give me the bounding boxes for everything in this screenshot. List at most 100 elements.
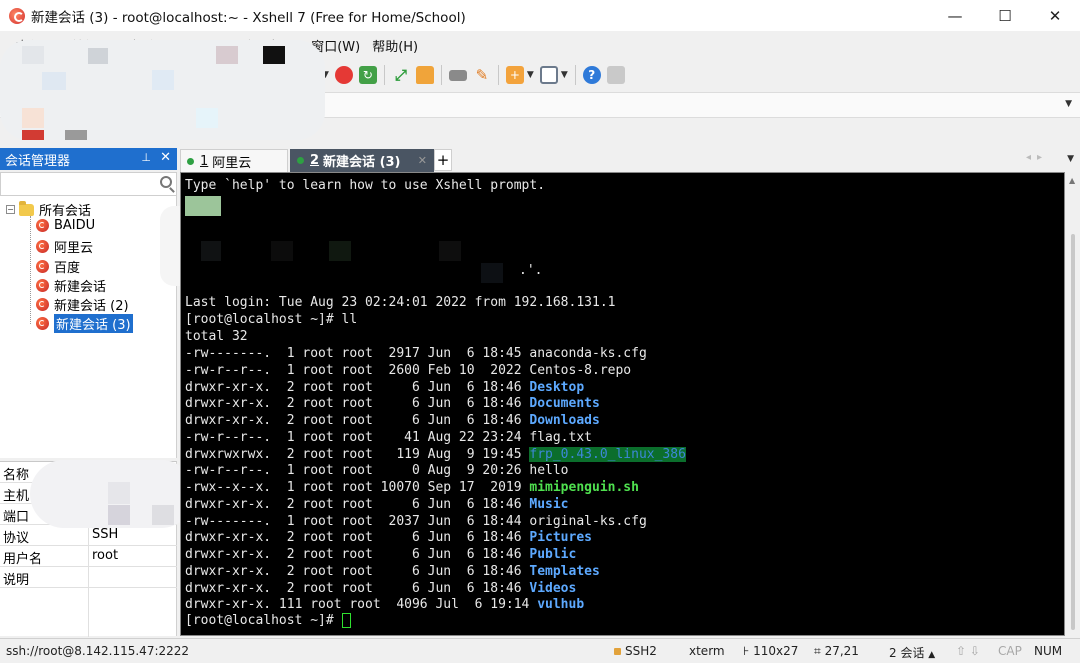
- window-title: 新建会话 (3) - root@localhost:~ - Xshell 7 (…: [31, 9, 466, 26]
- property-key: 端口: [3, 510, 30, 525]
- connected-status-icon: [297, 157, 304, 164]
- terminal-prompt: [root@localhost ~]#: [185, 613, 342, 628]
- listing-meta: -rw-r--r--. 1 root root 41 Aug 22 23:24: [185, 429, 530, 445]
- property-value: SSH: [92, 527, 119, 542]
- listing-row: drwxr-xr-x. 2 root root 6 Jun 6 18:46 Vi…: [185, 580, 576, 597]
- lock-icon: [614, 648, 621, 655]
- status-protocol-text: SSH2: [625, 644, 657, 658]
- add-tab-button[interactable]: +: [434, 149, 452, 171]
- listing-row: drwxr-xr-x. 111 root root 4096 Jul 6 19:…: [185, 596, 584, 613]
- session-item-baidu[interactable]: BAIDU: [36, 218, 95, 233]
- listing-filename: Centos-8.repo: [529, 362, 632, 378]
- redacted-pixel: [185, 196, 221, 216]
- scroll-up-icon[interactable]: ▲: [1069, 176, 1075, 185]
- redacted-pixel: [88, 48, 108, 64]
- maximize-button[interactable]: ☐: [980, 0, 1030, 31]
- session-item-aliyun[interactable]: 阿里云: [36, 237, 93, 256]
- listing-meta: drwxr-xr-x. 2 root root 6 Jun 6 18:46: [185, 530, 530, 546]
- redacted-pixel: [481, 263, 503, 283]
- session-search-input[interactable]: [0, 172, 177, 196]
- status-caps: CAP: [998, 644, 1022, 658]
- listing-meta: drwxr-xr-x. 111 root root 4096 Jul 6 19:…: [185, 597, 538, 613]
- listing-row: -rw-r--r--. 1 root root 41 Aug 22 23:24 …: [185, 429, 592, 446]
- redacted-pixel: [329, 241, 351, 261]
- terminal-view[interactable]: Type `help' to learn how to use Xshell p…: [180, 172, 1065, 636]
- menu-help[interactable]: 帮助(H): [372, 36, 418, 55]
- listing-row: drwxr-xr-x. 2 root root 6 Jun 6 18:46 Pi…: [185, 529, 592, 546]
- tab-scroll-icon[interactable]: ◂▸: [1026, 152, 1048, 163]
- session-icon: [36, 260, 49, 273]
- session-item-new-2[interactable]: 新建会话 (2): [36, 295, 129, 314]
- keyboard-icon[interactable]: [448, 69, 467, 81]
- status-nav-arrows: ⇧ ⇩: [956, 644, 980, 658]
- listing-row: -rwx--x--x. 1 root root 10070 Sep 17 201…: [185, 479, 639, 496]
- redacted-pixel: [263, 46, 285, 64]
- listing-filename: anaconda-ks.cfg: [529, 346, 647, 361]
- highlight-icon[interactable]: ✎: [473, 66, 491, 84]
- chevron-up-icon: ▲: [928, 650, 936, 660]
- redacted-pixel: [22, 46, 44, 64]
- status-protocol: SSH2: [614, 644, 657, 658]
- close-button[interactable]: ✕: [1030, 0, 1080, 31]
- tree-root-label: 所有会话: [39, 204, 92, 219]
- tab-label: 阿里云: [212, 155, 252, 171]
- listing-filename: Desktop: [529, 379, 585, 395]
- session-tabs: 1 阿里云 2 新建会话 (3) ✕ + ◂▸ ▼: [178, 148, 1080, 172]
- tab-new-session-3[interactable]: 2 新建会话 (3) ✕: [290, 149, 434, 172]
- xshell-logo-icon: [9, 7, 25, 24]
- status-cursor-pos: ⌗ 27,21: [814, 644, 859, 659]
- status-cursor-text: 27,21: [824, 644, 859, 658]
- redacted-pixel: [201, 241, 221, 261]
- scroll-thumb[interactable]: [1071, 234, 1075, 630]
- search-icon[interactable]: [160, 176, 172, 188]
- help-icon[interactable]: ?: [582, 66, 601, 84]
- transfer-icon[interactable]: +: [505, 66, 524, 84]
- listing-meta: drwxr-xr-x. 2 root root 6 Jun 6 18:46: [185, 496, 530, 512]
- new-session-icon[interactable]: [334, 66, 353, 84]
- chat-icon[interactable]: [606, 66, 625, 84]
- collapse-icon[interactable]: −: [6, 205, 15, 214]
- tab-label: 新建会话 (3): [323, 155, 401, 170]
- property-key: 说明: [3, 573, 30, 588]
- minimize-button[interactable]: —: [930, 0, 980, 31]
- session-tree: − 所有会话 BAIDU 阿里云 百度 新建会话 新建会话 (2) 新建会话 (…: [0, 196, 177, 458]
- chevron-down-icon[interactable]: ▼: [527, 70, 534, 80]
- chevron-down-icon[interactable]: ▼: [1067, 154, 1074, 164]
- listing-filename: mimipenguin.sh: [529, 480, 639, 495]
- listing-filename: Public: [529, 547, 577, 562]
- redacted-pixel: [42, 72, 66, 90]
- cursor-pos-icon: ⌗: [814, 644, 825, 658]
- layout-icon[interactable]: [539, 66, 558, 84]
- chevron-down-icon[interactable]: ▼: [1065, 99, 1072, 109]
- listing-meta: drwxrwxrwx. 2 root root 119 Aug 9 19:45: [185, 446, 530, 462]
- listing-row: drwxr-xr-x. 2 root root 6 Jun 6 18:46 De…: [185, 379, 584, 396]
- listing-filename: frp_0.43.0_linux_386: [529, 446, 686, 462]
- session-item-baidu-cn[interactable]: 百度: [36, 257, 80, 276]
- status-terminal-type: xterm: [689, 644, 725, 658]
- tab-aliyun[interactable]: 1 阿里云: [180, 149, 288, 172]
- reconnect-icon[interactable]: ↻: [358, 66, 377, 84]
- property-value: root: [92, 548, 119, 563]
- close-icon[interactable]: ✕: [160, 150, 171, 165]
- listing-filename: hello: [529, 463, 569, 479]
- chevron-down-icon[interactable]: ▼: [561, 70, 568, 80]
- session-item-new-3[interactable]: 新建会话 (3): [36, 314, 133, 333]
- window-controls: — ☐ ✕: [930, 0, 1080, 31]
- listing-row: drwxr-xr-x. 2 root root 6 Jun 6 18:46 Do…: [185, 395, 600, 412]
- listing-row: -rw-r--r--. 1 root root 0 Aug 9 20:26 he…: [185, 462, 569, 479]
- listing-row: drwxr-xr-x. 2 root root 6 Jun 6 18:46 Te…: [185, 563, 600, 580]
- fullscreen-icon[interactable]: ⤢: [392, 66, 410, 84]
- session-item-label: 新建会话 (3): [54, 314, 133, 333]
- session-item-label: 阿里云: [54, 241, 94, 256]
- tree-root-all-sessions[interactable]: − 所有会话: [6, 200, 91, 219]
- listing-meta: drwxr-xr-x. 2 root root 6 Jun 6 18:46: [185, 379, 530, 395]
- toolbar-separator: [497, 65, 499, 85]
- session-item-new-1[interactable]: 新建会话: [36, 276, 106, 295]
- size-icon: ⊦: [743, 644, 754, 658]
- close-tab-icon[interactable]: ✕: [418, 154, 427, 167]
- terminal-scrollbar[interactable]: ▲: [1065, 172, 1080, 636]
- listing-filename: Music: [529, 496, 569, 512]
- status-sessions[interactable]: 2 会话 ▲: [889, 644, 935, 661]
- lock-icon[interactable]: [415, 66, 434, 84]
- pin-icon[interactable]: ⊥: [141, 151, 151, 164]
